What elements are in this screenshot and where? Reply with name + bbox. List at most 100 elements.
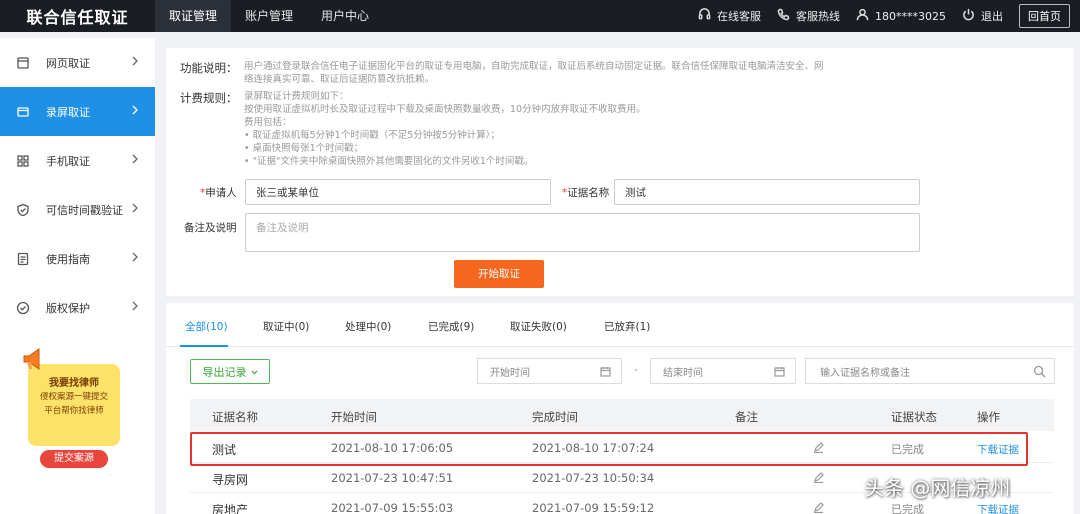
hotline-link[interactable]: 客服热线 — [777, 8, 840, 24]
nav-evidence-management[interactable]: 取证管理 — [155, 0, 232, 32]
chevron-right-icon — [131, 300, 139, 312]
fee-text-line: • 取证虚拟机每5分钟1个时间戳（不足5分钟按5分钟计算）； — [244, 130, 501, 141]
tab-abandoned[interactable]: 已放弃(1) — [604, 319, 650, 334]
remark-label: 备注及说明 — [184, 222, 237, 234]
column-remark: 备注 — [735, 410, 758, 424]
column-status: 证据状态 — [891, 410, 937, 424]
fee-text-line: 录屏取证计费规则如下： — [244, 91, 349, 102]
chevron-right-icon — [131, 251, 139, 263]
webpage-icon — [16, 56, 30, 70]
megaphone-icon — [23, 348, 40, 370]
download-evidence-link[interactable]: 下载证据 — [977, 502, 1019, 514]
start-time-picker[interactable]: 开始时间 — [477, 358, 622, 384]
submit-case-button[interactable]: 提交案源 — [40, 450, 108, 468]
sidebar-item-label: 网页取证 — [46, 56, 90, 70]
calendar-icon — [774, 367, 785, 377]
evidence-name-input[interactable]: 测试 — [614, 179, 920, 205]
phone-icon — [777, 8, 790, 24]
fee-text-line: 按使用取证虚拟机时长及取证过程中下载及桌面快照数量收费，10分钟内放弃取证不收取… — [244, 104, 646, 115]
start-time-cell: 2021-07-23 10:47:51 — [331, 471, 454, 485]
tab-processing[interactable]: 处理中(0) — [345, 319, 391, 334]
fee-rules: 计费规则： 录屏取证计费规则如下： 按使用取证虚拟机时长及取证过程中下载及桌面快… — [180, 90, 646, 168]
search-placeholder: 输入证据名称或备注 — [820, 367, 910, 379]
evidence-name-cell: 寻房网 — [212, 473, 249, 487]
end-time-picker[interactable]: 结束时间 — [650, 358, 796, 384]
user-icon — [856, 8, 869, 24]
tab-failed[interactable]: 取证失败(0) — [510, 319, 567, 334]
start-evidence-button[interactable]: 开始取证 — [454, 260, 544, 288]
export-records-button[interactable]: 导出记录 — [190, 359, 270, 384]
end-time-cell: 2021-07-23 10:50:34 — [532, 471, 655, 485]
applicant-label-text: 申请人 — [205, 187, 237, 199]
applicant-label: *申请人 — [200, 185, 237, 200]
document-icon — [16, 252, 30, 266]
tab-completed[interactable]: 已完成(9) — [428, 319, 474, 334]
sidebar-item-label: 使用指南 — [46, 252, 90, 266]
date-range-separator: - — [634, 363, 638, 376]
logout-link[interactable]: 退出 — [962, 8, 1003, 24]
export-label: 导出记录 — [202, 365, 247, 379]
grid-icon — [16, 154, 30, 168]
chevron-down-icon — [251, 365, 258, 378]
edit-icon[interactable] — [813, 442, 824, 454]
edit-icon[interactable] — [813, 472, 824, 484]
status-tabs: 全部(10) 取证中(0) 处理中(0) 已完成(9) 取证失败(0) 已放弃(… — [166, 303, 1074, 347]
screen-record-icon — [16, 105, 30, 119]
download-evidence-link[interactable]: 下载证据 — [977, 442, 1019, 457]
evidence-name-cell: 房地产 — [212, 503, 249, 514]
promo-line-2: 平台帮你找律师 — [44, 406, 104, 416]
start-time-cell: 2021-08-10 17:06:05 — [331, 441, 454, 455]
brand-logo: 联合信任取证 — [26, 8, 129, 27]
check-circle-icon — [16, 301, 30, 315]
table-row[interactable]: 测试 2021-08-10 17:06:05 2021-08-10 17:07:… — [190, 433, 1054, 463]
sidebar-item-copyright[interactable]: 版权保护 — [0, 283, 155, 332]
remark-textarea[interactable]: 备注及说明 — [245, 213, 920, 252]
fee-text-line: • 桌面快照每张1个时间戳； — [244, 143, 364, 154]
function-text-line: 络连接真实可靠、取证后证据防篡改抗抵赖。 — [244, 74, 435, 85]
headset-icon — [698, 8, 711, 24]
evidence-form-panel: 功能说明： 用户通过登录联合信任电子证据固化平台的取证专用电脑，自助完成取证，取… — [166, 48, 1074, 296]
home-button[interactable]: 回首页 — [1019, 4, 1070, 28]
promo-title: 我要找律师 — [49, 378, 99, 389]
column-action: 操作 — [977, 410, 1000, 424]
sidebar-item-guide[interactable]: 使用指南 — [0, 234, 155, 283]
sidebar-item-screen-record[interactable]: 录屏取证 — [0, 87, 155, 136]
online-service-label: 在线客服 — [717, 10, 761, 23]
chevron-right-icon — [131, 202, 139, 214]
calendar-icon — [600, 367, 611, 377]
applicant-input[interactable]: 张三或某单位 — [245, 179, 551, 205]
tab-all[interactable]: 全部(10) — [185, 319, 228, 334]
function-text-line: 用户通过登录联合信任电子证据固化平台的取证专用电脑，自助完成取证，取证后系统自动… — [244, 61, 824, 72]
column-evidence-name: 证据名称 — [212, 410, 258, 424]
function-label: 功能说明： — [180, 61, 238, 75]
evidence-name-label: *证据名称 — [562, 185, 609, 200]
logout-label: 退出 — [981, 10, 1003, 23]
status-cell: 已完成 — [891, 503, 924, 514]
fee-text-line: • "证据"文件夹中除桌面快照外其他需要固化的文件另收1个时间戳。 — [244, 156, 534, 167]
status-cell: 已完成 — [891, 443, 924, 456]
online-service-link[interactable]: 在线客服 — [698, 8, 761, 24]
user-account[interactable]: 180****3025 — [856, 8, 946, 24]
edit-icon[interactable] — [813, 502, 824, 514]
watermark: 头条 @网信凉州 — [864, 476, 1011, 500]
table-header: 证据名称 开始时间 完成时间 备注 证据状态 操作 — [190, 399, 1054, 431]
power-icon — [962, 8, 975, 24]
lawyer-promo-banner[interactable]: 我要找律师 侵权案源一键提交 平台帮你找律师 提交案源 — [20, 346, 124, 472]
sidebar-item-webpage[interactable]: 网页取证 — [0, 38, 155, 87]
sidebar-item-label: 版权保护 — [46, 301, 90, 315]
sidebar-item-mobile[interactable]: 手机取证 — [0, 136, 155, 185]
function-description: 功能说明： 用户通过登录联合信任电子证据固化平台的取证专用电脑，自助完成取证，取… — [180, 60, 924, 86]
tab-in-progress[interactable]: 取证中(0) — [263, 319, 309, 334]
search-icon[interactable] — [1033, 365, 1046, 378]
sidebar-item-timestamp-verify[interactable]: 可信时间戳验证 — [0, 185, 155, 234]
sidebar: 网页取证 录屏取证 手机取证 可信时间戳验证 使用指南 版权保护 我要找律师 侵… — [0, 38, 155, 514]
fee-label: 计费规则： — [180, 91, 238, 105]
hotline-label: 客服热线 — [796, 10, 840, 23]
chevron-right-icon — [131, 55, 139, 67]
active-tab-indicator — [180, 345, 228, 347]
end-time-placeholder: 结束时间 — [663, 367, 703, 379]
search-input[interactable]: 输入证据名称或备注 — [805, 358, 1055, 384]
nav-account-management[interactable]: 账户管理 — [231, 0, 307, 32]
nav-user-center[interactable]: 用户中心 — [307, 0, 383, 32]
fee-text-line: 费用包括： — [244, 117, 292, 128]
